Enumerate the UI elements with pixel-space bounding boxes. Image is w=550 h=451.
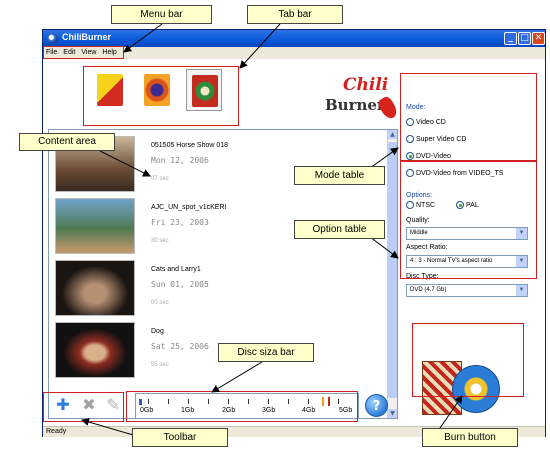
item-name: Dog xyxy=(151,328,164,335)
video-thumbnail xyxy=(55,260,135,316)
video-thumbnail xyxy=(55,198,135,254)
disc-size-bar-highlight xyxy=(126,391,358,422)
item-name: 051505 Horse Show 018 xyxy=(151,142,229,149)
logo-burner: Burner xyxy=(325,96,385,114)
close-button[interactable]: ✕ xyxy=(532,32,545,45)
mode-table-highlight xyxy=(400,73,537,161)
callout-tab-bar: Tab bar xyxy=(247,5,343,24)
item-name: AJC_UN_spot_v1cKERI xyxy=(151,204,227,211)
menu-bar-highlight xyxy=(43,46,124,59)
item-date: Mon 12, 2006 xyxy=(151,156,209,165)
burn-button-highlight xyxy=(412,323,524,397)
content-scrollbar[interactable]: ▲ ▼ xyxy=(387,130,397,418)
callout-disc-size-bar: Disc siza bar xyxy=(218,343,314,362)
callout-burn-button: Burn button xyxy=(422,428,518,447)
video-thumbnail xyxy=(55,322,135,378)
maximize-button[interactable]: □ xyxy=(518,32,531,45)
app-logo-icon xyxy=(47,33,58,44)
item-date: Fri 23, 2003 xyxy=(151,218,209,227)
scroll-up-icon[interactable]: ▲ xyxy=(388,130,397,139)
scroll-thumb[interactable] xyxy=(388,142,397,398)
help-button[interactable]: ? xyxy=(365,394,388,417)
item-duration: 00 sec xyxy=(151,300,169,306)
option-table-highlight xyxy=(400,161,537,279)
item-date: Sun 01, 2005 xyxy=(151,280,209,289)
callout-content-area: Content area xyxy=(19,133,115,151)
callout-option-table: Option table xyxy=(294,220,385,239)
callout-menu-bar: Menu bar xyxy=(111,5,212,24)
item-date: Sat 25, 2006 xyxy=(151,342,209,351)
window-title: ChiliBurner xyxy=(62,32,112,42)
toolbar-highlight xyxy=(43,392,124,422)
tab-bar-highlight xyxy=(83,66,239,126)
logo-chili: Chili xyxy=(343,75,389,95)
minimize-button[interactable]: _ xyxy=(504,32,517,45)
item-duration: 55 sec xyxy=(151,362,169,368)
item-duration: 07 sec xyxy=(151,176,169,182)
pepper-icon xyxy=(376,94,400,122)
chevron-down-icon[interactable]: ▼ xyxy=(516,285,527,296)
chiliburner-logo: Chili Burner xyxy=(325,75,400,122)
item-duration: 30 sec xyxy=(151,238,169,244)
callout-mode-table: Mode table xyxy=(294,166,385,185)
title-bar[interactable]: ChiliBurner _ □ ✕ xyxy=(43,30,545,47)
disc-type-select[interactable]: DVD (4.7 Gb) ▼ xyxy=(406,284,528,297)
disc-type-value: DVD (4.7 Gb) xyxy=(410,287,447,293)
callout-toolbar: Toolbar xyxy=(132,428,228,447)
list-item[interactable]: Cats and Larry1 Sun 01, 2005 00 sec xyxy=(55,260,385,318)
item-name: Cats and Larry1 xyxy=(151,266,201,273)
